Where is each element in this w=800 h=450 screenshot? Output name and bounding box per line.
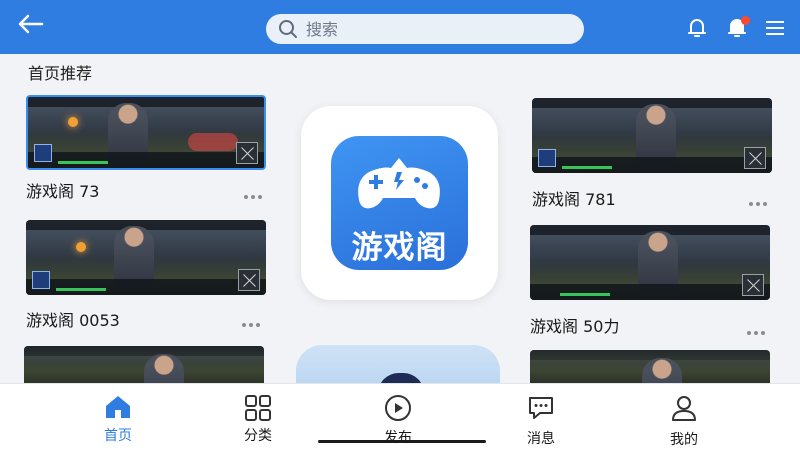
hero-figure <box>144 354 184 386</box>
hero-figure <box>642 358 682 386</box>
nav-label: 首页 <box>104 428 132 444</box>
game-thumbnail[interactable] <box>26 95 266 170</box>
grid-icon <box>245 395 271 421</box>
bell-icon[interactable] <box>685 16 709 40</box>
game-thumbnail[interactable] <box>26 220 266 295</box>
user-icon <box>672 396 696 421</box>
game-thumbnail[interactable] <box>530 225 770 300</box>
game-title[interactable]: 游戏阁 0053 <box>26 307 120 331</box>
back-arrow-icon[interactable] <box>14 10 48 38</box>
nav-label: 我的 <box>670 432 698 448</box>
search-bar[interactable] <box>266 14 584 44</box>
nav-item-home[interactable]: 首页 <box>73 384 163 450</box>
more-options-icon[interactable] <box>747 322 769 335</box>
home-indicator <box>318 440 486 443</box>
more-options-icon[interactable] <box>242 314 264 327</box>
home-icon <box>106 396 130 418</box>
gamepad-icon <box>358 158 440 209</box>
game-title[interactable]: 游戏阁 73 <box>26 178 99 202</box>
app-icon[interactable]: 游戏阁 <box>331 136 468 270</box>
game-title[interactable]: 游戏阁 50力 <box>530 313 619 337</box>
game-thumbnail[interactable] <box>24 346 264 386</box>
search-input[interactable] <box>306 19 556 39</box>
play-icon <box>385 395 411 421</box>
nav-item-profile[interactable]: 我的 <box>639 384 729 450</box>
section-title: 首页推荐 <box>28 64 93 83</box>
top-bar <box>0 0 800 54</box>
search-icon <box>279 20 297 38</box>
game-thumbnail[interactable] <box>532 98 772 173</box>
menu-icon[interactable] <box>763 16 787 40</box>
app-icon-label: 游戏阁 <box>351 230 448 266</box>
notification-badge <box>741 16 750 25</box>
nav-item-category[interactable]: 分类 <box>213 384 303 450</box>
nav-label: 发布 <box>384 430 412 446</box>
game-thumbnail[interactable] <box>530 350 770 386</box>
more-options-icon[interactable] <box>244 186 266 199</box>
nav-label: 分类 <box>244 428 272 444</box>
more-options-icon[interactable] <box>749 193 771 206</box>
message-icon <box>529 397 553 419</box>
featured-app-tile[interactable]: 游戏阁 <box>301 106 498 300</box>
game-title[interactable]: 游戏阁 781 <box>532 186 616 210</box>
nav-label: 消息 <box>527 431 555 447</box>
nav-item-messages[interactable]: 消息 <box>496 384 586 450</box>
